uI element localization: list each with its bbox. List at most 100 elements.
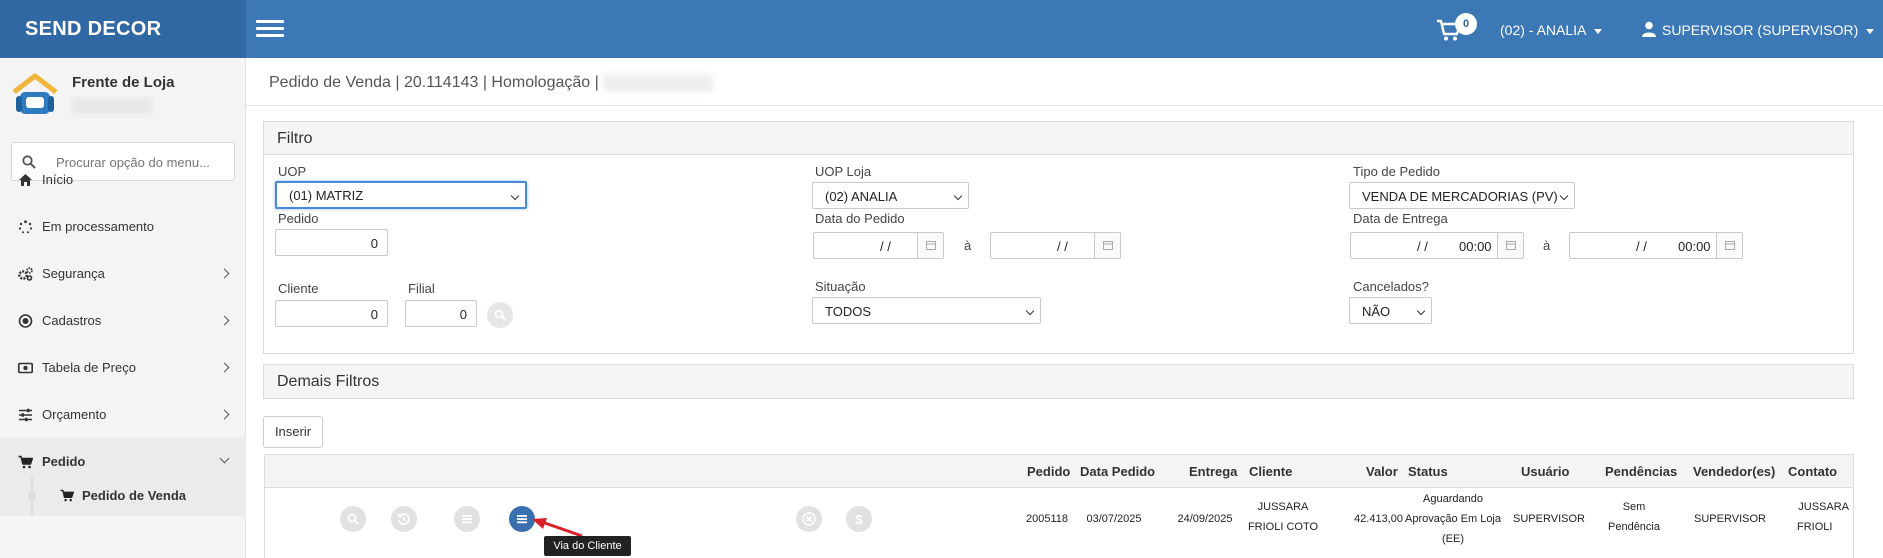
cell-status-line2: Aprovação Em Loja bbox=[1405, 513, 1501, 525]
cart-icon bbox=[60, 489, 74, 502]
sidebar-item-orcamento[interactable]: Orçamento bbox=[0, 391, 246, 438]
chevron-down-icon bbox=[953, 191, 963, 201]
sidebar-item-em-processamento[interactable]: Em processamento bbox=[0, 203, 246, 250]
cell-cliente-line1: JUSSARA bbox=[1257, 501, 1309, 513]
cell-status-line1: Aguardando bbox=[1423, 493, 1483, 505]
calendar-button[interactable] bbox=[917, 233, 943, 258]
col-header-cliente[interactable]: Cliente bbox=[1249, 464, 1292, 479]
search-icon bbox=[494, 309, 506, 321]
cell-contato: JUSSARA FRIOLI bbox=[1779, 489, 1849, 537]
col-header-usuario[interactable]: Usuário bbox=[1521, 464, 1569, 479]
payment-button[interactable]: $ bbox=[846, 506, 872, 532]
tipo-pedido-label: Tipo de Pedido bbox=[1353, 164, 1440, 179]
cliente-input[interactable]: 0 bbox=[275, 300, 388, 327]
history-button[interactable] bbox=[391, 506, 417, 532]
tipo-pedido-select[interactable]: VENDA DE MERCADORIAS (PV) bbox=[1349, 182, 1575, 209]
data-pedido-from-input[interactable]: / / bbox=[813, 232, 944, 259]
cell-status: Aguardando Aprovação Em Loja (EE) bbox=[1403, 489, 1503, 549]
uop-select[interactable]: (01) MATRIZ bbox=[275, 181, 527, 209]
brand-logo[interactable]: SEND DECOR bbox=[0, 0, 246, 58]
list-button[interactable] bbox=[454, 506, 480, 532]
dollar-icon: $ bbox=[855, 512, 863, 526]
top-bar: SEND DECOR 0 (02) - ANALIA SUPERVISOR (S… bbox=[0, 0, 1883, 58]
col-header-valor[interactable]: Valor bbox=[1366, 464, 1398, 479]
chevron-down-icon bbox=[510, 191, 520, 201]
uop-loja-select[interactable]: (02) ANALIA bbox=[812, 182, 969, 209]
sidebar-item-cadastros[interactable]: Cadastros bbox=[0, 297, 246, 344]
col-header-entrega[interactable]: Entrega bbox=[1189, 464, 1237, 479]
sidebar-item-label: Em processamento bbox=[42, 219, 154, 234]
view-button[interactable] bbox=[340, 506, 366, 532]
user-icon bbox=[1642, 21, 1656, 37]
data-entrega-to-time: 00:00 bbox=[1678, 239, 1711, 254]
uop-select-value: (01) MATRIZ bbox=[289, 188, 364, 203]
more-filters-panel[interactable]: Demais Filtros bbox=[263, 364, 1854, 399]
sidebar: Frente de Loja Início Em processamento bbox=[0, 58, 246, 558]
cell-cliente: JUSSARA FRIOLI COTO bbox=[1238, 489, 1328, 537]
uop-label: UOP bbox=[278, 164, 307, 179]
cell-vendedor: SUPERVISOR bbox=[1694, 513, 1766, 525]
cell-entrega: 24/09/2025 bbox=[1177, 513, 1233, 525]
money-icon bbox=[18, 362, 33, 374]
user-label: SUPERVISOR (SUPERVISOR) bbox=[1662, 22, 1859, 38]
chevron-right-icon bbox=[219, 362, 230, 373]
sidebar-item-tabela-de-preco[interactable]: Tabela de Preço bbox=[0, 344, 246, 391]
search-cliente-button[interactable] bbox=[487, 302, 513, 328]
calendar-button[interactable] bbox=[1497, 233, 1523, 258]
sliders-icon bbox=[19, 408, 32, 422]
col-header-pedido[interactable]: Pedido bbox=[1027, 464, 1070, 479]
menu-toggle-icon[interactable] bbox=[256, 20, 284, 38]
filial-input-value: 0 bbox=[459, 307, 467, 322]
sidebar-item-seguranca[interactable]: Segurança bbox=[0, 250, 246, 297]
calendar-button[interactable] bbox=[1094, 233, 1120, 258]
tooltip: Via do Cliente bbox=[544, 536, 631, 556]
data-entrega-from-input[interactable]: / / 00:00 bbox=[1350, 232, 1524, 259]
calendar-icon bbox=[1506, 241, 1516, 250]
store-logo-icon bbox=[12, 73, 58, 114]
cell-contato-line2: FRIOLI bbox=[1797, 521, 1833, 533]
cart-icon bbox=[18, 455, 33, 469]
pedido-input[interactable]: 0 bbox=[275, 229, 388, 256]
data-entrega-from-value: / / bbox=[1417, 239, 1428, 254]
col-header-status[interactable]: Status bbox=[1408, 464, 1448, 479]
spinner-icon bbox=[18, 220, 33, 234]
store-name: Frente de Loja bbox=[72, 74, 175, 91]
submenu-dot bbox=[28, 492, 36, 500]
sidebar-item-inicio[interactable]: Início bbox=[0, 156, 246, 203]
chevron-down-icon bbox=[1559, 191, 1569, 201]
cancelados-select[interactable]: NÃO bbox=[1349, 297, 1432, 324]
target-icon bbox=[18, 314, 33, 328]
cart-count-badge: 0 bbox=[1455, 13, 1477, 35]
sidebar-item-label: Orçamento bbox=[42, 407, 107, 422]
sidebar-subitem-label: Pedido de Venda bbox=[82, 488, 187, 503]
calendar-button[interactable] bbox=[1716, 233, 1742, 258]
more-filters-title: Demais Filtros bbox=[264, 365, 1853, 398]
sidebar-item-label: Segurança bbox=[42, 266, 105, 281]
chevron-down-icon bbox=[1416, 306, 1426, 316]
col-header-contato[interactable]: Contato bbox=[1788, 464, 1837, 479]
uop-loja-label: UOP Loja bbox=[815, 164, 872, 179]
cancel-order-button[interactable] bbox=[796, 506, 822, 532]
user-dropdown[interactable]: SUPERVISOR (SUPERVISOR) bbox=[1642, 0, 1875, 58]
col-header-data-pedido[interactable]: Data Pedido bbox=[1080, 464, 1155, 479]
cogs-icon bbox=[18, 267, 33, 281]
situacao-select[interactable]: TODOS bbox=[812, 297, 1041, 324]
data-pedido-from-value: / / bbox=[880, 239, 891, 254]
cell-pedido: 2005118 bbox=[1025, 513, 1068, 525]
col-header-pendencias[interactable]: Pendências bbox=[1605, 464, 1677, 479]
data-entrega-to-input[interactable]: / / 00:00 bbox=[1569, 232, 1743, 259]
sidebar-item-label: Tabela de Preço bbox=[42, 360, 136, 375]
app-root: SEND DECOR 0 (02) - ANALIA SUPERVISOR (S… bbox=[0, 0, 1883, 558]
situacao-select-value: TODOS bbox=[825, 304, 871, 319]
inserir-button[interactable]: Inserir bbox=[263, 416, 323, 448]
col-header-vendedores[interactable]: Vendedor(es) bbox=[1693, 464, 1775, 479]
calendar-icon bbox=[1103, 241, 1113, 250]
data-pedido-label: Data do Pedido bbox=[815, 211, 905, 226]
page-title: Pedido de Venda | 20.114143 | Homologaçã… bbox=[269, 74, 714, 92]
uop-dropdown[interactable]: (02) - ANALIA bbox=[1500, 0, 1603, 58]
data-pedido-to-input[interactable]: / / bbox=[990, 232, 1121, 259]
filter-panel-title: Filtro bbox=[264, 122, 1853, 155]
uop-loja-select-value: (02) ANALIA bbox=[825, 189, 898, 204]
sidebar-subitem-pedido-de-venda[interactable]: Pedido de Venda bbox=[0, 476, 246, 516]
filial-input[interactable]: 0 bbox=[405, 300, 477, 327]
